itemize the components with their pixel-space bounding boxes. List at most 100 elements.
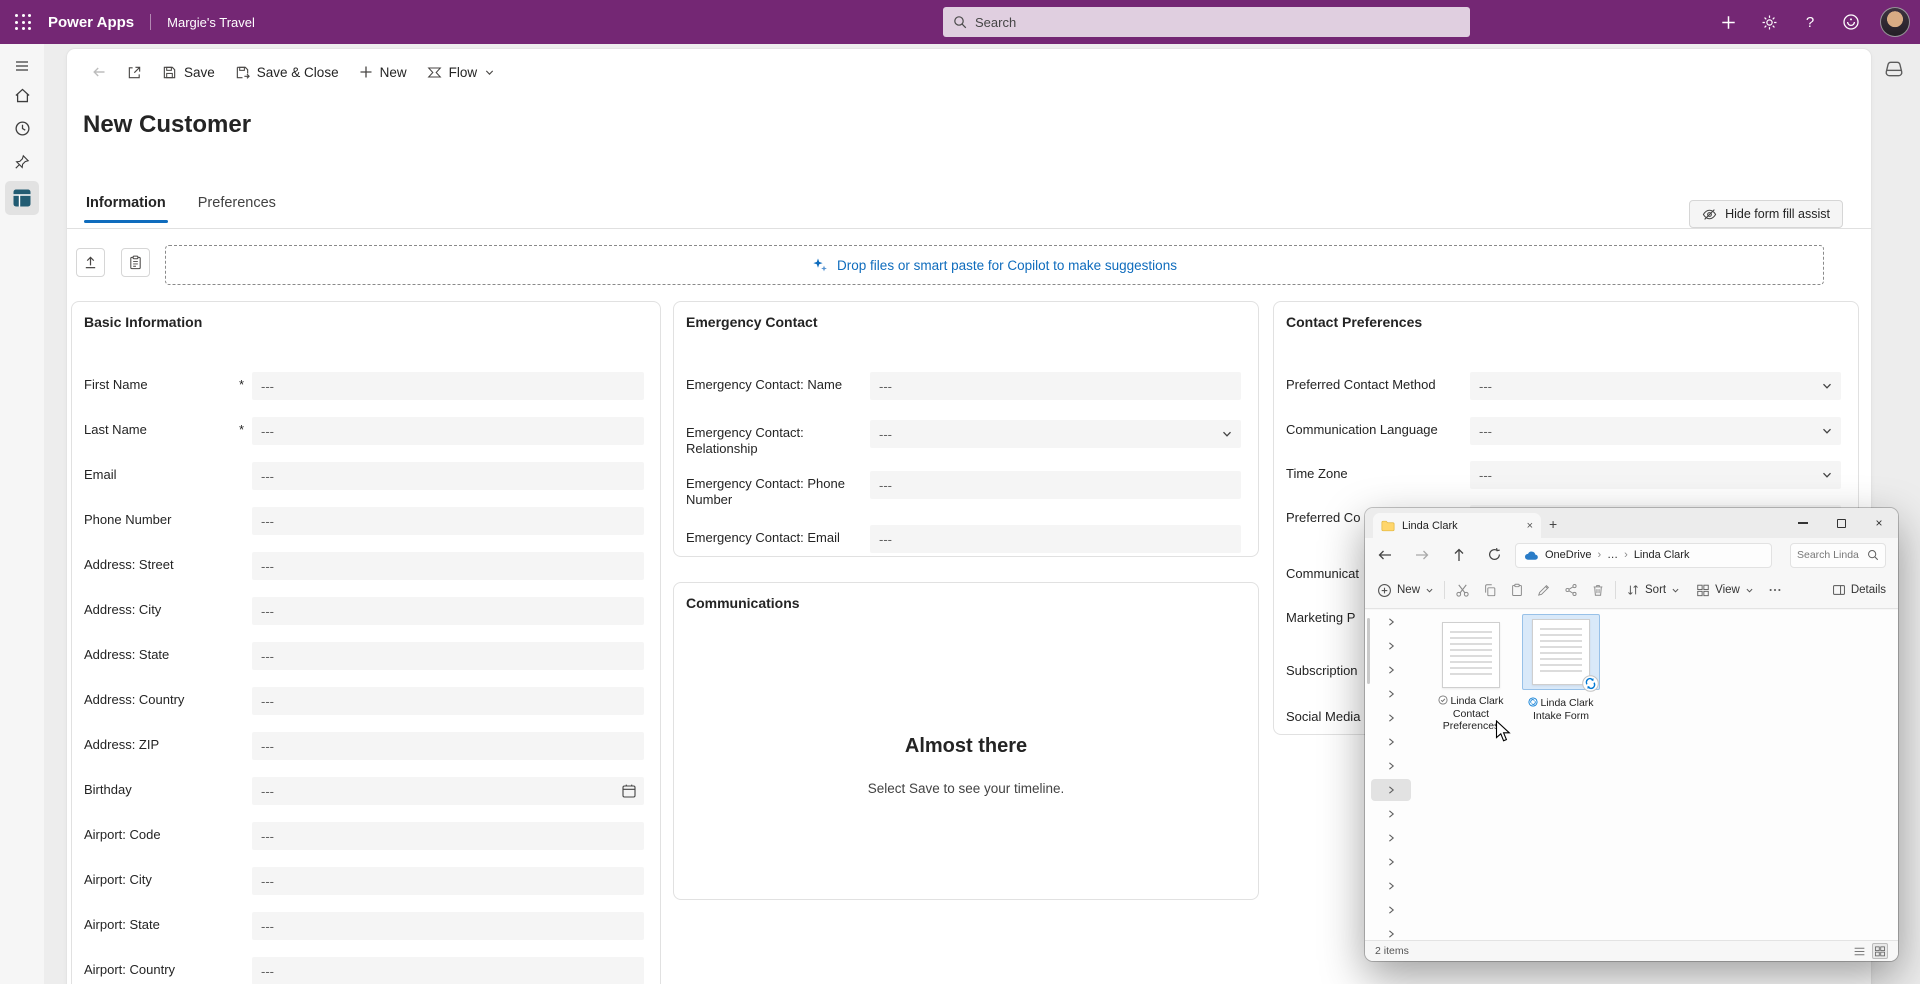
field-input[interactable]: ---: [252, 867, 644, 895]
cut-icon[interactable]: [1455, 583, 1470, 598]
tree-expander[interactable]: [1371, 731, 1411, 753]
copy-icon[interactable]: [1483, 583, 1497, 597]
header-actions: ?: [1716, 0, 1910, 44]
field-input[interactable]: ---: [252, 642, 644, 670]
field-input[interactable]: ---: [1470, 417, 1841, 445]
explorer-titlebar[interactable]: Linda Clark × + ×: [1365, 508, 1898, 538]
grid-view-icon[interactable]: [1872, 943, 1888, 959]
field-input[interactable]: ---: [870, 372, 1241, 400]
paste-icon[interactable]: [1510, 583, 1524, 597]
tree-expander[interactable]: [1371, 779, 1411, 801]
field-input[interactable]: ---: [1470, 461, 1841, 489]
field-input[interactable]: ---: [870, 420, 1241, 448]
menu-icon[interactable]: [7, 51, 37, 81]
new-tab-icon[interactable]: +: [1549, 516, 1557, 532]
address-bar[interactable]: OneDrive › … › Linda Clark: [1515, 543, 1772, 568]
field-input[interactable]: ---: [252, 507, 644, 535]
hide-form-fill-assist-button[interactable]: Hide form fill assist: [1689, 200, 1843, 228]
tree-expander[interactable]: [1371, 755, 1411, 777]
view-button[interactable]: View: [1696, 583, 1754, 597]
field-input[interactable]: ---: [252, 912, 644, 940]
left-nav-rail: [0, 44, 44, 984]
tree-expander[interactable]: [1371, 707, 1411, 729]
back-icon[interactable]: [1377, 547, 1393, 563]
waffle-icon[interactable]: [0, 0, 46, 44]
delete-icon[interactable]: [1591, 583, 1605, 597]
files-pane[interactable]: Linda Clark Contact PreferencesLinda Cla…: [1421, 610, 1898, 940]
tree-expander[interactable]: [1371, 659, 1411, 681]
field-input[interactable]: ---: [252, 552, 644, 580]
section-title: Basic Information: [84, 314, 202, 330]
help-icon[interactable]: ?: [1798, 10, 1822, 34]
file-tile[interactable]: Linda Clark Contact Preferences: [1425, 622, 1517, 733]
home-icon[interactable]: [7, 80, 37, 110]
sort-button[interactable]: Sort: [1626, 583, 1680, 597]
copilot-pane-toggle-icon[interactable]: [1881, 57, 1907, 83]
up-icon[interactable]: [1451, 547, 1467, 563]
copilot-icon[interactable]: [1839, 10, 1863, 34]
popout-icon[interactable]: [117, 59, 152, 86]
copilot-dropzone[interactable]: Drop files or smart paste for Copilot to…: [165, 245, 1824, 285]
recent-clock-icon[interactable]: [7, 113, 37, 143]
field-input[interactable]: ---: [252, 957, 644, 984]
save-button[interactable]: Save: [152, 59, 225, 86]
tree-scrollbar[interactable]: [1367, 618, 1370, 684]
pinned-icon[interactable]: [7, 147, 37, 177]
section-title: Communications: [686, 595, 800, 611]
more-icon[interactable]: [1768, 583, 1782, 597]
tree-expander[interactable]: [1371, 803, 1411, 825]
add-icon[interactable]: [1716, 10, 1740, 34]
refresh-icon[interactable]: [1487, 547, 1502, 562]
rename-icon[interactable]: [1537, 583, 1551, 597]
field-input[interactable]: ---: [870, 471, 1241, 499]
details-button[interactable]: Details: [1832, 583, 1886, 597]
field-input[interactable]: ---: [252, 777, 644, 805]
minimize-icon[interactable]: [1784, 508, 1822, 538]
field-input[interactable]: ---: [1470, 372, 1841, 400]
new-item-button[interactable]: New: [1377, 583, 1434, 598]
field-input[interactable]: ---: [870, 525, 1241, 553]
environment-name[interactable]: Margie's Travel: [167, 15, 255, 30]
explorer-search-input[interactable]: Search Linda: [1790, 543, 1886, 568]
save-and-close-button[interactable]: Save & Close: [225, 59, 349, 86]
tree-expander[interactable]: [1371, 851, 1411, 873]
tree-expander[interactable]: [1371, 827, 1411, 849]
field-input[interactable]: ---: [252, 462, 644, 490]
tree-expander[interactable]: [1371, 875, 1411, 897]
close-icon[interactable]: ×: [1860, 508, 1898, 538]
back-button[interactable]: [81, 58, 117, 86]
app-name[interactable]: Power Apps: [48, 14, 134, 31]
list-view-icon[interactable]: [1853, 945, 1866, 958]
field-input[interactable]: ---: [252, 372, 644, 400]
tree-expander[interactable]: [1371, 683, 1411, 705]
tab-close-icon[interactable]: ×: [1527, 520, 1533, 532]
field-input[interactable]: ---: [252, 732, 644, 760]
breadcrumb-onedrive[interactable]: OneDrive: [1545, 549, 1591, 561]
app-table-icon[interactable]: [5, 181, 39, 215]
share-icon[interactable]: [1564, 583, 1578, 597]
field-input[interactable]: ---: [252, 417, 644, 445]
tab-preferences[interactable]: Preferences: [196, 190, 278, 216]
smart-paste-button[interactable]: [121, 248, 150, 277]
field-value: ---: [252, 874, 274, 889]
breadcrumb-folder[interactable]: Linda Clark: [1634, 549, 1690, 561]
upload-file-button[interactable]: [76, 248, 105, 277]
file-tile[interactable]: Linda Clark Intake Form: [1515, 614, 1607, 722]
settings-gear-icon[interactable]: [1757, 10, 1781, 34]
tree-expander[interactable]: [1371, 611, 1411, 633]
flow-button[interactable]: Flow: [417, 59, 506, 86]
command-bar: Save Save & Close New Flow: [67, 49, 1871, 95]
avatar[interactable]: [1880, 7, 1910, 37]
field-input[interactable]: ---: [252, 597, 644, 625]
search-input[interactable]: Search: [943, 7, 1470, 37]
breadcrumb-ellipsis[interactable]: …: [1607, 549, 1618, 561]
new-button[interactable]: New: [349, 59, 417, 86]
tab-information[interactable]: Information: [84, 190, 168, 216]
field-input[interactable]: ---: [252, 822, 644, 850]
field-input[interactable]: ---: [252, 687, 644, 715]
forward-icon[interactable]: [1414, 547, 1430, 563]
tree-expander[interactable]: [1371, 635, 1411, 657]
tree-expander[interactable]: [1371, 899, 1411, 921]
maximize-icon[interactable]: [1822, 508, 1860, 538]
explorer-tab[interactable]: Linda Clark ×: [1373, 513, 1541, 538]
